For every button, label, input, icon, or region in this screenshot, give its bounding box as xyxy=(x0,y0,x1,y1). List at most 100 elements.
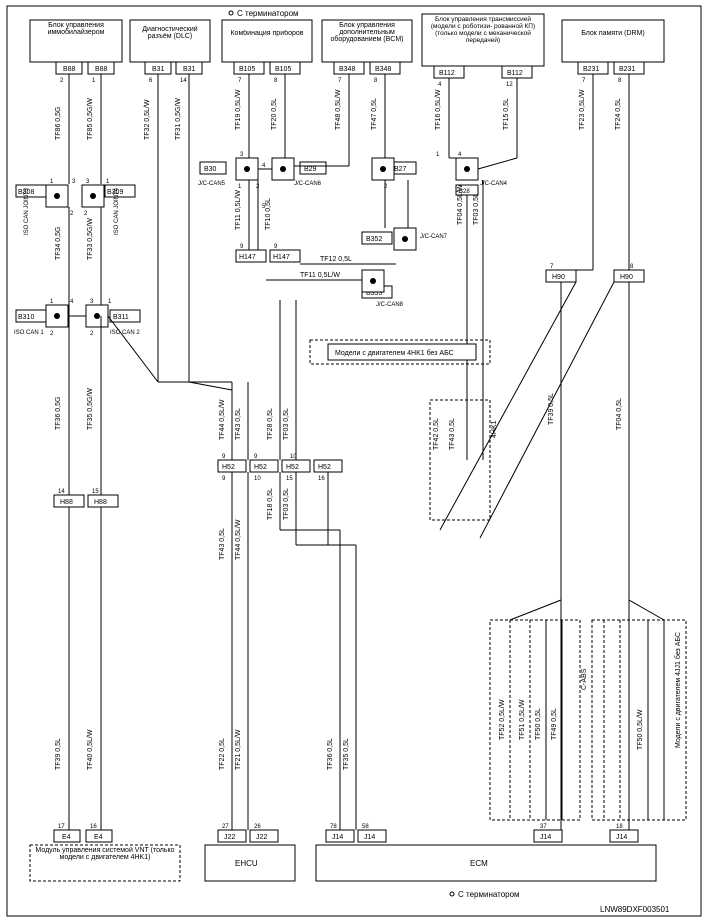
svg-text:TF42 0,5L: TF42 0,5L xyxy=(433,418,440,450)
wiring-diagram: Блок управления иммобилайзером B88 B88 2… xyxy=(0,0,708,922)
svg-text:ISO CAN JOINT4: ISO CAN JOINT4 xyxy=(114,187,120,235)
svg-text:TF47 0,5L: TF47 0,5L xyxy=(371,98,378,130)
svg-text:12: 12 xyxy=(506,82,513,88)
conn-B112-2: B112 xyxy=(507,70,523,77)
svg-text:10: 10 xyxy=(290,454,297,460)
label-immobilizer: Блок управления иммобилайзером xyxy=(32,22,120,36)
conn-B105-1: B105 xyxy=(239,66,255,73)
svg-text:ISO CAN 2: ISO CAN 2 xyxy=(110,330,140,336)
svg-text:J22: J22 xyxy=(224,834,235,841)
svg-text:16: 16 xyxy=(318,476,325,482)
svg-text:B352: B352 xyxy=(366,236,382,243)
svg-text:TF24 0,5L: TF24 0,5L xyxy=(615,98,622,130)
conn-B231-1: B231 xyxy=(583,66,599,73)
svg-text:E4: E4 xyxy=(94,834,103,841)
label-cluster: Комбинация приборов xyxy=(224,30,310,37)
svg-text:J/C-CAN4: J/C-CAN4 xyxy=(480,181,508,187)
svg-text:TF85 0,5G/W: TF85 0,5G/W xyxy=(87,98,94,140)
svg-text:TF52 0,5L/W: TF52 0,5L/W xyxy=(499,699,506,740)
conn-B31-2: B31 xyxy=(183,66,196,73)
svg-text:H147: H147 xyxy=(273,254,290,261)
svg-text:10: 10 xyxy=(254,476,261,482)
svg-text:TF43 0,5L: TF43 0,5L xyxy=(219,528,226,560)
svg-text:TF23 0,5L/W: TF23 0,5L/W xyxy=(579,89,586,130)
svg-text:17: 17 xyxy=(58,824,65,830)
svg-text:18: 18 xyxy=(616,824,623,830)
label-vnt: Модуль управления системой VNT (только м… xyxy=(32,847,178,861)
label-ecm: ECM xyxy=(470,859,488,868)
conn-B88-1: B88 xyxy=(63,66,76,73)
label-memory: Блок памяти (DRM) xyxy=(564,30,662,37)
svg-text:J14: J14 xyxy=(540,834,551,841)
svg-text:14: 14 xyxy=(180,78,187,84)
svg-text:TF39 0,5L: TF39 0,5L xyxy=(548,393,555,425)
svg-text:TF86 0,5G: TF86 0,5G xyxy=(55,107,62,140)
footer: LNW89DXF003501 xyxy=(600,905,670,914)
svg-text:H90: H90 xyxy=(620,274,633,281)
svg-text:TF19 0,5L/W: TF19 0,5L/W xyxy=(235,89,242,130)
label-diag: Диагностический разъём (DLC) xyxy=(132,26,208,40)
svg-text:TF39 0,5L: TF39 0,5L xyxy=(55,738,62,770)
svg-text:TF21 0,5L/W: TF21 0,5L/W xyxy=(235,729,242,770)
svg-text:TF44 0,5L/W: TF44 0,5L/W xyxy=(235,519,242,560)
svg-text:TF04 0,5L: TF04 0,5L xyxy=(616,398,623,430)
svg-text:TF33 0,5G/W: TF33 0,5G/W xyxy=(87,218,94,260)
svg-text:16: 16 xyxy=(90,824,97,830)
svg-text:TF03 0,5L: TF03 0,5L xyxy=(283,488,290,520)
svg-text:ISO CAN 1: ISO CAN 1 xyxy=(14,330,44,336)
svg-text:26: 26 xyxy=(254,824,261,830)
svg-text:J/C-CAN7: J/C-CAN7 xyxy=(420,234,448,240)
svg-text:78: 78 xyxy=(330,824,337,830)
svg-text:TF35 0,5L: TF35 0,5L xyxy=(343,738,350,770)
conn-B348-2: B348 xyxy=(375,66,391,73)
label-ehcu: EHCU xyxy=(235,859,258,868)
svg-text:TF10 0,5L: TF10 0,5L xyxy=(265,198,272,230)
svg-text:TF35 0,5G/W: TF35 0,5G/W xyxy=(87,388,94,430)
svg-text:TF15 0,5L: TF15 0,5L xyxy=(503,98,510,130)
svg-text:58: 58 xyxy=(362,824,369,830)
conn-B105-2: B105 xyxy=(275,66,291,73)
svg-text:J14: J14 xyxy=(332,834,343,841)
svg-text:TF36 0,5L: TF36 0,5L xyxy=(327,738,334,770)
svg-text:TF22 0,5L: TF22 0,5L xyxy=(219,738,226,770)
svg-text:Модели с двигателем 4JJ1 без А: Модели с двигателем 4JJ1 без АБС xyxy=(674,632,682,748)
note-4hk1: Модели с двигателем 4HK1 без АБС xyxy=(335,349,454,357)
svg-text:TF50 0,5L: TF50 0,5L xyxy=(535,708,542,740)
svg-text:TF43 0,5L: TF43 0,5L xyxy=(449,418,456,450)
label-transmission: Блок управления трансмиссией (модели с р… xyxy=(424,16,542,44)
svg-text:TF28 0,5L: TF28 0,5L xyxy=(267,408,274,440)
svg-text:J14: J14 xyxy=(364,834,375,841)
svg-text:TF03 0,5L: TF03 0,5L xyxy=(283,408,290,440)
conn-B112-1: B112 xyxy=(439,70,455,77)
svg-text:TF36 0,5G: TF36 0,5G xyxy=(55,397,62,430)
svg-text:TF18 0,5L: TF18 0,5L xyxy=(267,488,274,520)
svg-text:TF04 0,5L/W: TF04 0,5L/W xyxy=(457,184,464,225)
module-ehcu: EHCU xyxy=(205,845,295,881)
svg-text:TF11 0,5L/W: TF11 0,5L/W xyxy=(235,190,242,230)
svg-text:H52: H52 xyxy=(286,464,299,471)
svg-text:B311: B311 xyxy=(113,314,129,321)
conn-B88-2: B88 xyxy=(95,66,108,73)
svg-text:H52: H52 xyxy=(318,464,331,471)
svg-text:H52: H52 xyxy=(222,464,235,471)
svg-text:H88: H88 xyxy=(94,499,107,506)
svg-text:15: 15 xyxy=(286,476,293,482)
svg-text:J14: J14 xyxy=(616,834,627,841)
svg-text:TF31 0,5G/W: TF31 0,5G/W xyxy=(175,98,182,140)
svg-text:TF20 0,5L: TF20 0,5L xyxy=(271,98,278,130)
svg-text:TF12 0,5L: TF12 0,5L xyxy=(320,256,352,263)
svg-text:E4: E4 xyxy=(62,834,71,841)
svg-text:H52: H52 xyxy=(254,464,267,471)
svg-text:TF48 0,5L/W: TF48 0,5L/W xyxy=(335,89,342,130)
svg-text:J22: J22 xyxy=(256,834,267,841)
svg-text:C-ABS: C-ABS xyxy=(581,668,588,690)
svg-text:TF03 0,5L: TF03 0,5L xyxy=(473,193,480,225)
svg-text:B30: B30 xyxy=(204,166,217,173)
svg-text:J/C-CAN6: J/C-CAN6 xyxy=(294,181,322,187)
frame xyxy=(7,6,701,916)
svg-text:J/C-CAN5: J/C-CAN5 xyxy=(198,181,226,187)
conn-B31-1: B31 xyxy=(152,66,165,73)
svg-text:B310: B310 xyxy=(18,314,34,321)
svg-text:TF34 0,5G: TF34 0,5G xyxy=(55,227,62,260)
svg-text:14: 14 xyxy=(58,489,65,495)
